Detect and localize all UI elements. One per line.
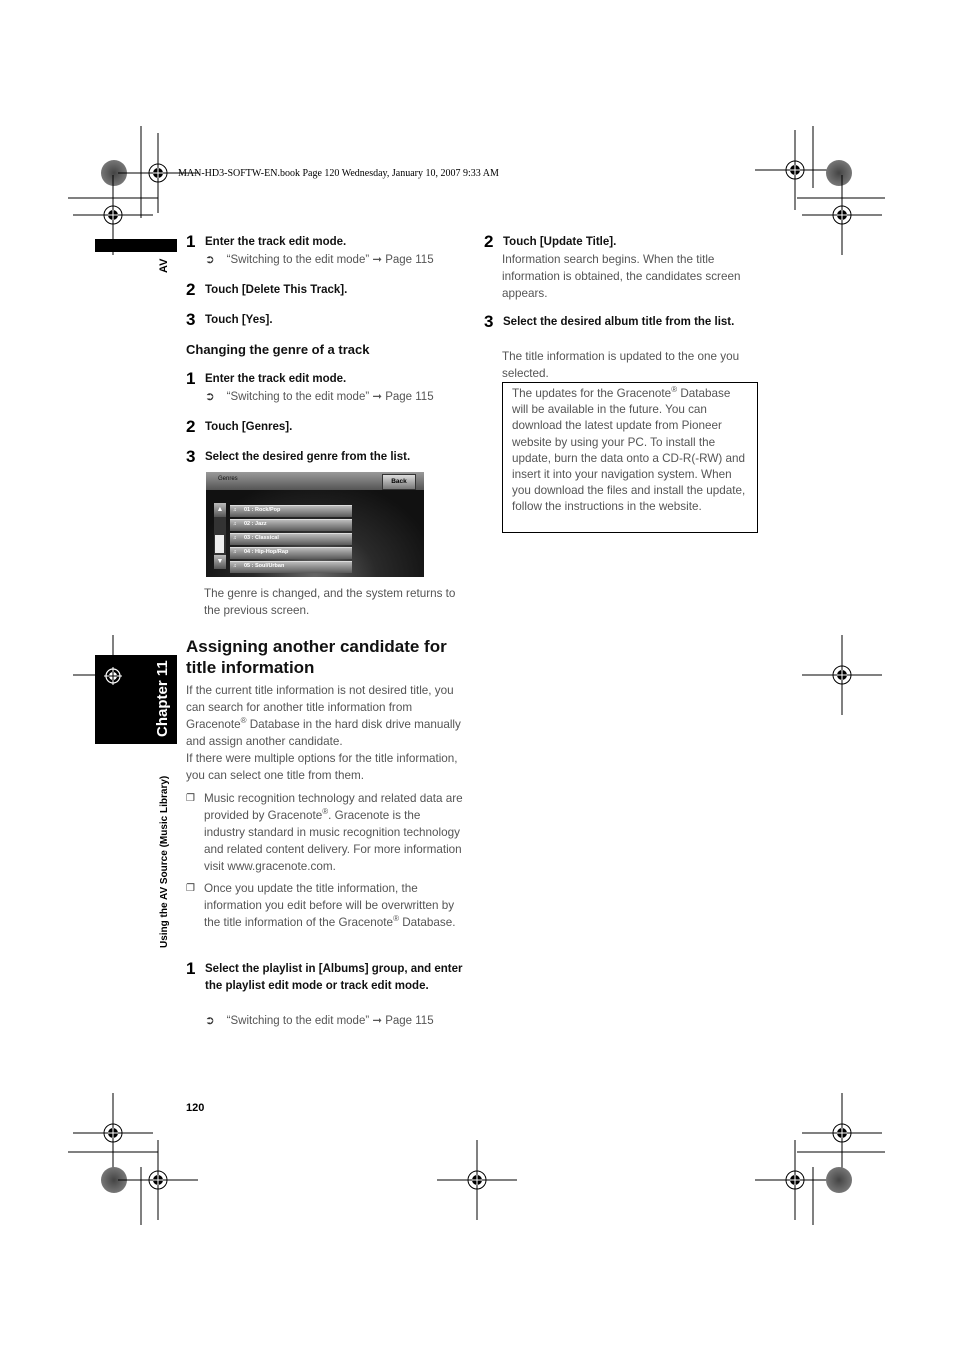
print-header: MAN-HD3-SOFTW-EN.book Page 120 Wednesday… [178,168,499,179]
step-text: Select the desired genre from the list. [205,451,411,463]
running-title: Using the AV Source (Music Library) [159,775,170,948]
section-label: AV [158,258,170,273]
cross-reference[interactable]: ➲ “Switching to the edit mode” ➞ Page 115 [205,389,434,403]
step-text: Enter the track edit mode. [205,373,347,385]
intro-paragraph: If the current title information is not … [186,682,464,750]
genre-list-item: ♫ 03 : Classical [230,533,352,545]
cross-reference[interactable]: ➲ “Switching to the edit mode” ➞ Page 115 [205,252,434,266]
music-note-icon: ♫ [233,507,237,513]
step-text: Touch [Yes]. [205,314,273,326]
chapter-label: Chapter 11 [154,660,171,737]
step-text: Select the desired album title from the … [503,316,735,328]
subheading-changing-genre: Changing the genre of a track [186,342,370,357]
genre-list-item: ♫ 05 : Soul/Urban [230,561,352,573]
step-3-update: 3 Select the desired album title from th… [484,312,764,331]
step-2-update: 2 Touch [Update Title]. [484,232,617,251]
reference-arrow-icon: ➲ [205,254,215,266]
step-number: 2 [186,280,196,299]
music-note-icon: ♫ [233,549,237,555]
step-text: Touch [Genres]. [205,421,293,433]
step-number: 2 [484,232,494,251]
cross-reference[interactable]: ➲ “Switching to the edit mode” ➞ Page 115 [205,1013,434,1027]
step-3-body: The title information is updated to the … [502,350,740,380]
section-heading-line: Assigning another candidate for [186,637,447,656]
checkbox-bullet-icon: ❐ [186,793,195,804]
genre-list-item: ♫ 04 : Hip-Hop/Rap [230,547,352,559]
step-number: 1 [186,369,196,388]
step-text: Enter the track edit mode. [205,236,347,248]
note-text: Once you update the title information, t… [204,880,464,931]
step-2-delete: 2 Touch [Delete This Track]. [186,280,348,299]
step-1-delete: 1 Enter the track edit mode. [186,232,347,251]
music-note-icon: ♫ [233,563,237,569]
genre-list-item: ♫ 02 : Jazz [230,519,352,531]
text-run: Database. [398,916,456,929]
page-number: 120 [186,1102,205,1114]
step-1-genre: 1 Enter the track edit mode. [186,369,347,388]
genre-list-item: ♫ 01 : Rock/Pop [230,505,352,517]
step-number: 2 [186,417,196,436]
step-text: Select the playlist in [Albums] group, a… [205,963,463,992]
registration-target-icon [104,667,122,685]
step-number: 3 [186,310,196,329]
step-number: 1 [186,232,196,251]
genre-label: 04 : Hip-Hop/Rap [244,549,289,555]
reference-arrow-icon: ➲ [205,391,215,403]
step-number: 3 [484,312,494,331]
reference-text: “Switching to the edit mode” ➞ Page 115 [226,254,434,266]
intro-paragraph-2: If there were multiple options for the t… [186,752,458,782]
text-run: The updates for the Gracenote [512,387,672,400]
reference-arrow-icon: ➲ [205,1015,215,1027]
section-heading: Assigning another candidate for title in… [186,636,476,678]
step-1-assign: 1 Select the playlist in [Albums] group,… [186,959,466,995]
note-item: ❐ Once you update the title information,… [186,880,464,931]
reference-text: “Switching to the edit mode” ➞ Page 115 [226,391,434,403]
genre-label: 01 : Rock/Pop [244,507,281,513]
genre-result-text: The genre is changed, and the system ret… [204,587,456,617]
section-tab-bar [95,239,177,252]
scroll-thumb [215,535,224,553]
step-text: Touch [Update Title]. [503,236,617,248]
reference-text: “Switching to the edit mode” ➞ Page 115 [226,1015,434,1027]
back-button: Back [382,474,416,490]
genre-label: 02 : Jazz [244,521,267,527]
music-note-icon: ♫ [233,535,237,541]
step-text: Touch [Delete This Track]. [205,284,348,296]
music-note-icon: ♫ [233,521,237,527]
step-number: 3 [186,447,196,466]
step-3-delete: 3 Touch [Yes]. [186,310,273,329]
genre-label: 03 : Classical [244,535,279,541]
note-text: Music recognition technology and related… [204,790,464,875]
step-2-genre: 2 Touch [Genres]. [186,417,293,436]
step-3-genre: 3 Select the desired genre from the list… [186,447,411,466]
scroll-down-icon: ▼ [214,555,226,569]
section-heading-line: title information [186,658,315,677]
genre-label: 05 : Soul/Urban [244,563,285,569]
genres-screenshot: Genres Back ▲ ▼ ♫ 01 : Rock/Pop ♫ 02 : Jaz… [206,472,424,577]
step-2-body: Information search begins. When the titl… [502,253,741,300]
step-number: 1 [186,959,196,978]
note-item: ❐ Music recognition technology and relat… [186,790,464,875]
scroll-up-icon: ▲ [214,503,226,517]
text-run: Database will be available in the future… [512,387,746,514]
gracenote-update-note-box: The updates for the Gracenote® Database … [502,382,758,533]
checkbox-bullet-icon: ❐ [186,883,195,894]
screen-title-bar: Genres Back [206,472,424,490]
scrollbar: ▲ ▼ [214,503,226,569]
screen-title: Genres [218,476,238,482]
